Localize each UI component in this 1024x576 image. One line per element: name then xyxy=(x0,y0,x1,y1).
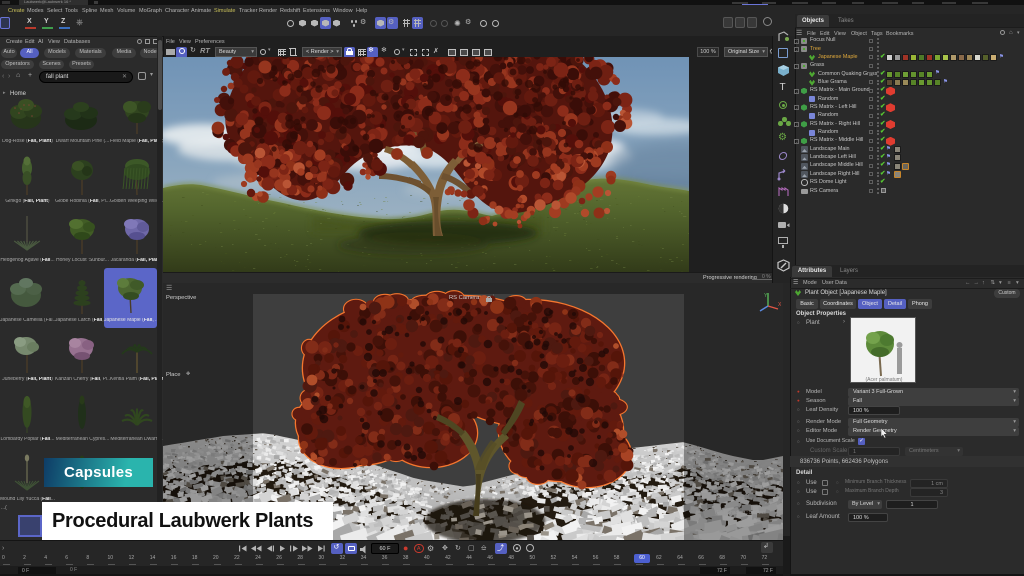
svg-text:X: X xyxy=(778,302,781,308)
svg-text:(Acer palmatum): (Acer palmatum) xyxy=(866,377,903,383)
